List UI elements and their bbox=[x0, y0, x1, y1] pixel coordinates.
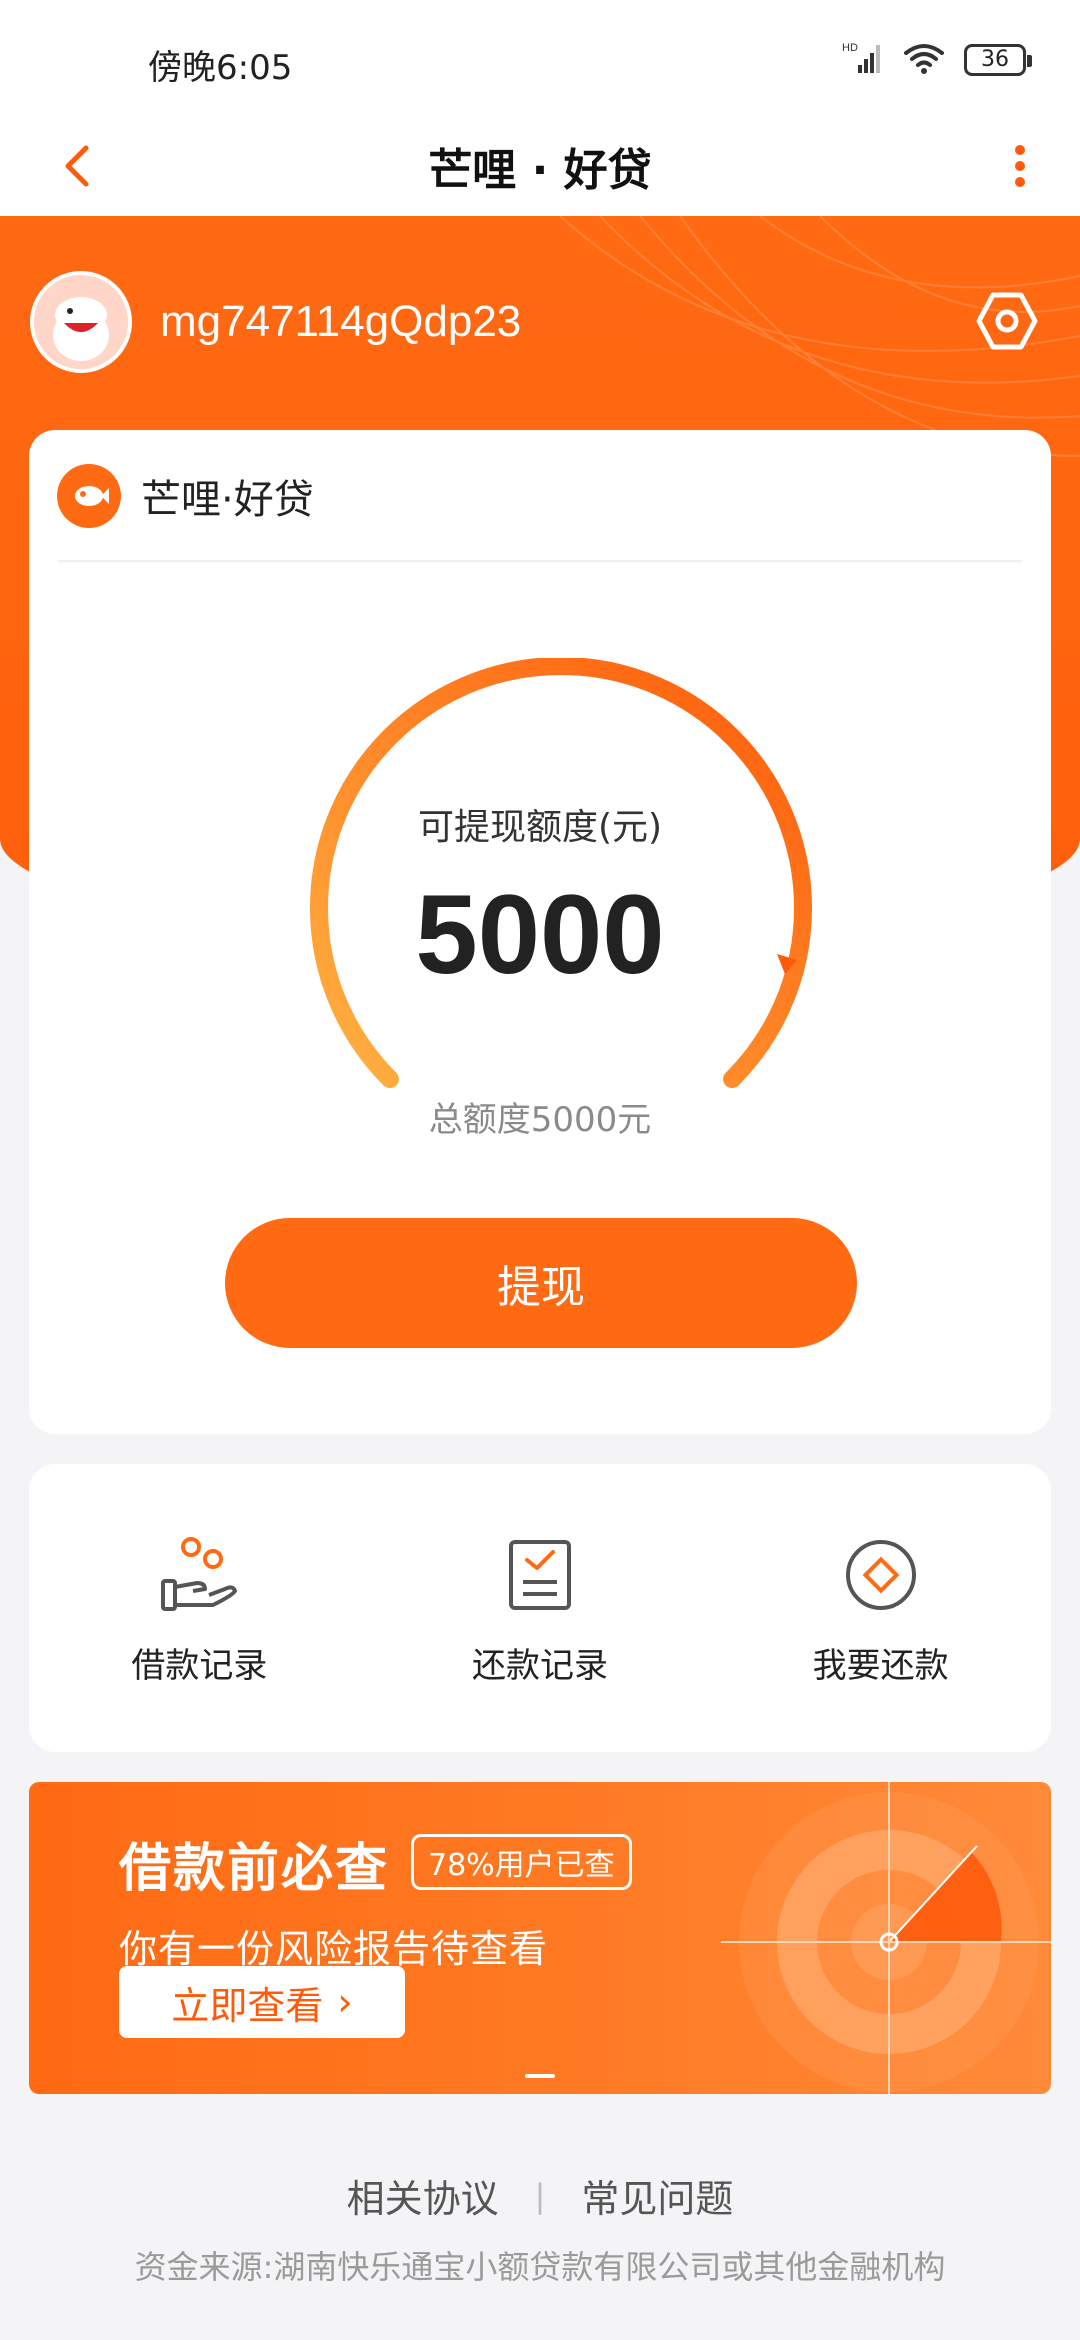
available-credit-value: 5000 bbox=[415, 872, 665, 997]
settings-hexagon-icon bbox=[976, 292, 1038, 350]
risk-report-banner[interactable]: 借款前必查 78%用户已查 你有一份风险报告待查看 立即查看 › bbox=[29, 1782, 1051, 2094]
nav-bar: 芒哩 · 好贷 bbox=[0, 118, 1080, 216]
agreement-link[interactable]: 相关协议 bbox=[347, 2168, 499, 2223]
view-now-button[interactable]: 立即查看 › bbox=[119, 1966, 405, 2038]
repay-now-button[interactable]: 我要还款 bbox=[710, 1464, 1051, 1752]
repay-record-button[interactable]: 还款记录 bbox=[370, 1464, 711, 1752]
chevron-right-icon: › bbox=[337, 1980, 353, 2024]
faq-link[interactable]: 常见问题 bbox=[581, 2168, 733, 2223]
profile-row[interactable]: mg747114gQdp23 bbox=[30, 271, 522, 373]
view-now-label: 立即查看 bbox=[171, 1983, 324, 2028]
status-time: 傍晚6:05 bbox=[148, 48, 293, 88]
divider bbox=[57, 560, 1023, 562]
brand-logo-icon bbox=[57, 464, 121, 528]
avatar[interactable] bbox=[30, 271, 132, 373]
radar-graphic bbox=[721, 1782, 1051, 2094]
status-icons: HD 36 bbox=[842, 40, 1032, 80]
loan-card: 芒哩·好贷 可提现额度(元) 5000 总额度5000元 提现 bbox=[29, 430, 1051, 1434]
footer-links: 相关协议 | 常见问题 bbox=[0, 2168, 1080, 2223]
checklist-icon bbox=[495, 1530, 585, 1620]
banner-subtitle: 你有一份风险报告待查看 bbox=[119, 1927, 549, 1971]
brand-name: 芒哩·好贷 bbox=[141, 477, 314, 523]
available-credit-label: 可提现额度(元) bbox=[417, 807, 663, 848]
wifi-icon bbox=[902, 41, 946, 79]
coin-hand-icon bbox=[154, 1530, 244, 1620]
card-header: 芒哩·好贷 bbox=[57, 460, 314, 532]
diamond-circle-icon bbox=[836, 1530, 926, 1620]
app-page: 傍晚6:05 HD 36 芒哩 · 好贷 mg747114gQdp23 芒哩·好… bbox=[0, 0, 1080, 2340]
settings-button[interactable] bbox=[972, 286, 1042, 356]
carousel-indicator bbox=[525, 2074, 555, 2078]
actions-card: 借款记录 还款记录 我要还款 bbox=[29, 1464, 1051, 1752]
banner-title: 借款前必查 bbox=[119, 1839, 390, 1899]
more-vertical-icon bbox=[1015, 145, 1025, 187]
svg-text:HD: HD bbox=[842, 42, 858, 54]
footer-separator: | bbox=[534, 2176, 546, 2215]
battery-icon: 36 bbox=[964, 44, 1032, 76]
action-label: 还款记录 bbox=[472, 1645, 608, 1686]
action-label: 我要还款 bbox=[812, 1645, 949, 1686]
signal-icon: HD bbox=[842, 41, 884, 79]
borrow-record-button[interactable]: 借款记录 bbox=[29, 1464, 370, 1752]
banner-badge: 78%用户已查 bbox=[411, 1834, 632, 1890]
withdraw-button[interactable]: 提现 bbox=[225, 1218, 857, 1348]
funding-source-note: 资金来源:湖南快乐通宝小额贷款有限公司或其他金融机构 bbox=[134, 2248, 946, 2286]
more-button[interactable] bbox=[990, 130, 1050, 202]
total-credit-text: 总额度5000元 bbox=[428, 1100, 652, 1140]
action-label: 借款记录 bbox=[131, 1645, 268, 1686]
page-title: 芒哩 · 好贷 bbox=[428, 145, 652, 196]
username: mg747114gQdp23 bbox=[160, 297, 522, 346]
status-bar: 傍晚6:05 HD 36 bbox=[0, 0, 1080, 118]
